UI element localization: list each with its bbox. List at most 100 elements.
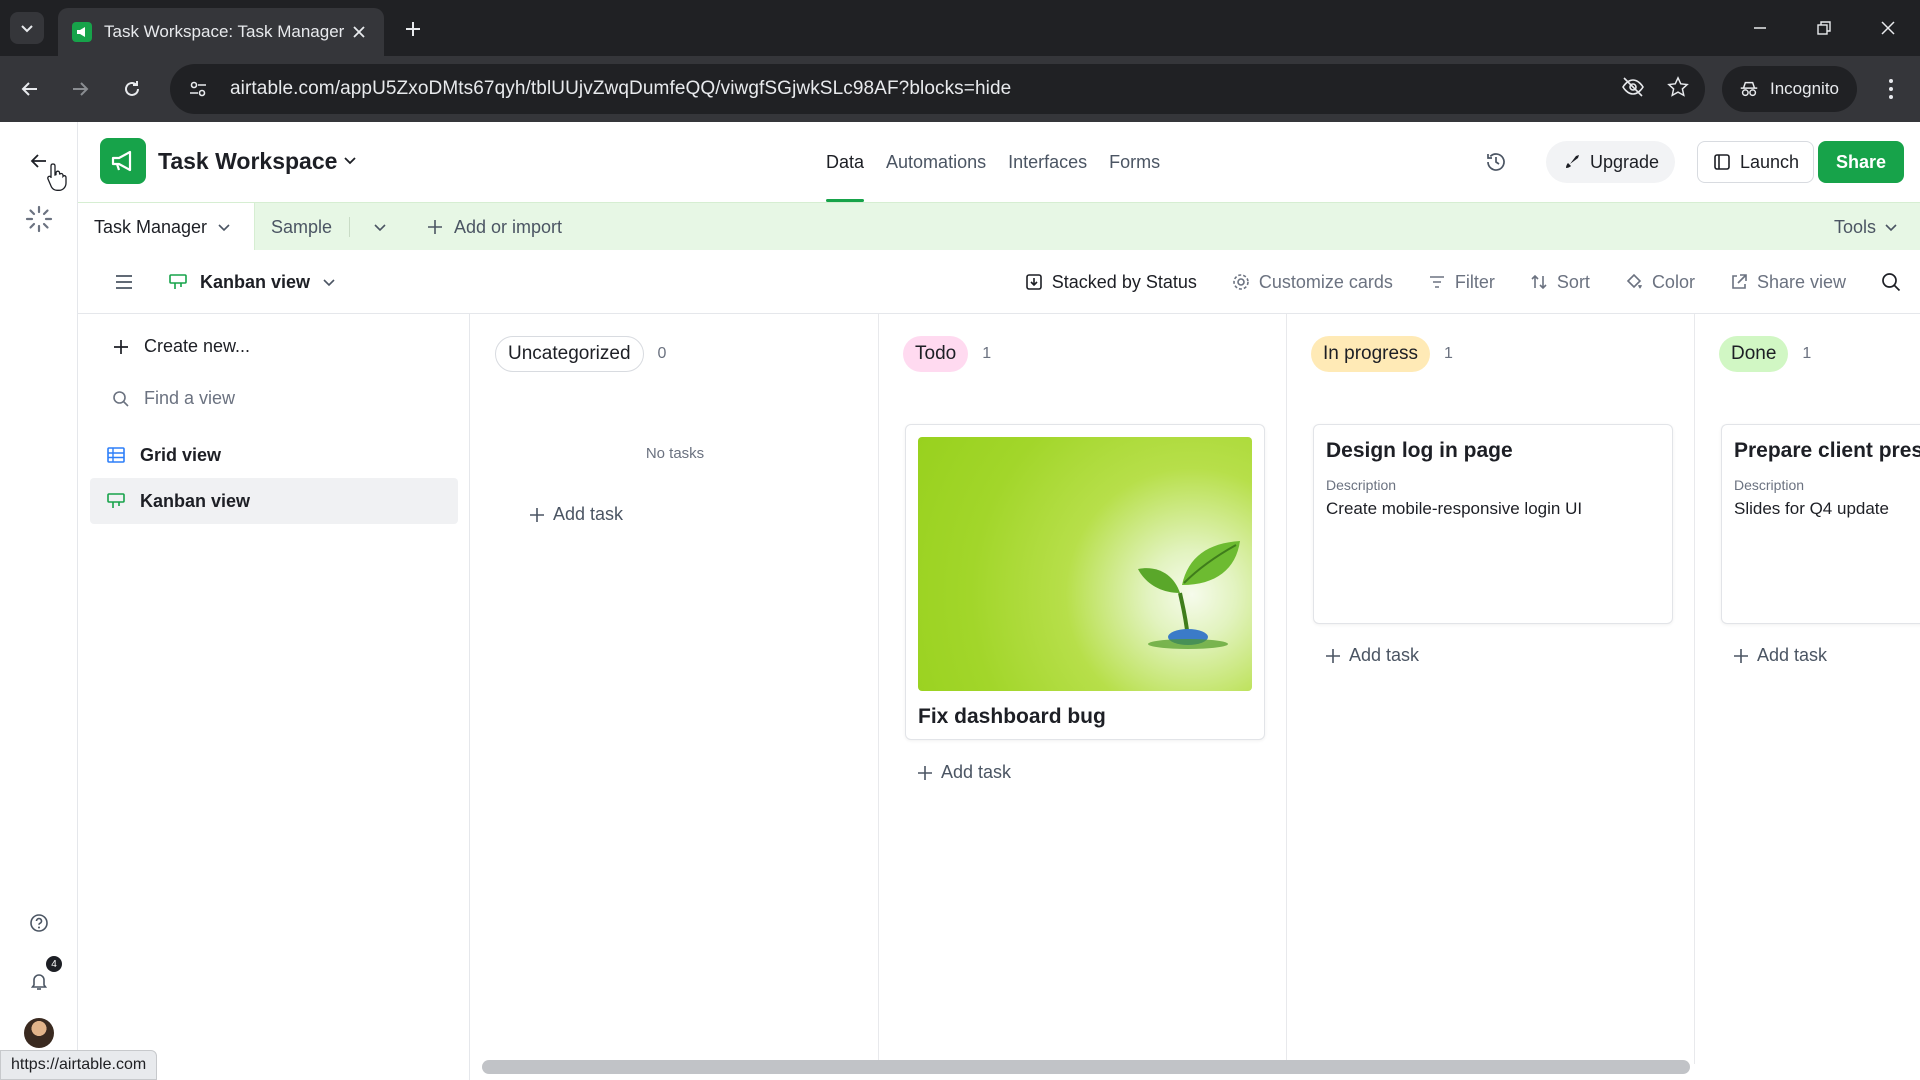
kanban-board: Uncategorized 0 No tasks Add task Todo 1: [471, 314, 1920, 1080]
column-title-pill[interactable]: In progress: [1311, 336, 1431, 372]
browser-tab[interactable]: Task Workspace: Task Manager: [58, 8, 384, 56]
tab-search-button[interactable]: [10, 12, 44, 44]
incognito-icon: [1740, 81, 1758, 97]
add-task-button[interactable]: Add task: [529, 504, 623, 525]
column-title-pill[interactable]: Done: [1719, 336, 1789, 372]
add-task-label: Add task: [553, 504, 624, 524]
tab-data[interactable]: Data: [826, 122, 865, 202]
external-share-icon: [1732, 274, 1747, 289]
minimize-icon[interactable]: [1736, 10, 1784, 46]
find-view-input[interactable]: Find a view: [112, 388, 235, 409]
chevron-down-icon: [1885, 224, 1897, 232]
task-card[interactable]: Prepare client pres Description Slides f…: [1721, 424, 1920, 624]
incognito-indicator[interactable]: Incognito: [1722, 66, 1857, 112]
toggle-sidebar-icon[interactable]: [112, 270, 136, 294]
views-sidebar: Create new... Find a view Grid view Kanb…: [78, 314, 470, 1080]
close-tab-icon[interactable]: [348, 21, 370, 43]
view-item-label: Grid view: [140, 444, 222, 465]
column-title-pill[interactable]: Todo: [903, 336, 969, 372]
close-window-icon[interactable]: [1864, 10, 1912, 46]
filter-icon: [1429, 276, 1444, 288]
share-button[interactable]: Share: [1818, 141, 1905, 183]
task-card[interactable]: Design log in page Description Create mo…: [1313, 424, 1673, 624]
stack-icon: [1025, 274, 1042, 290]
new-tab-icon[interactable]: [398, 14, 428, 44]
plus-icon: [114, 339, 128, 354]
kanban-column-done: Done 1 Prepare client pres Description S…: [1695, 314, 1920, 1064]
create-new-view-button[interactable]: Create new...: [112, 336, 250, 357]
app-left-rail: 4: [0, 122, 78, 1080]
add-or-import-button[interactable]: Add or import: [426, 203, 562, 251]
view-switcher[interactable]: Kanban view: [168, 250, 336, 314]
chevron-down-icon[interactable]: [342, 152, 358, 173]
add-task-button[interactable]: Add task: [1325, 645, 1419, 666]
horizontal-scrollbar[interactable]: [482, 1060, 1690, 1074]
tools-menu[interactable]: Tools: [1834, 203, 1898, 251]
plus-icon: [428, 220, 442, 234]
plus-icon: [1326, 648, 1340, 663]
tab-automations[interactable]: Automations: [886, 122, 986, 202]
back-icon[interactable]: [14, 73, 46, 105]
kanban-column-in-progress: In progress 1 Design log in page Descrip…: [1287, 314, 1695, 1064]
share-view-button[interactable]: Share view: [1729, 272, 1846, 293]
search-icon[interactable]: [1880, 271, 1902, 293]
add-task-label: Add task: [1349, 645, 1420, 665]
customize-cards-button[interactable]: Customize cards: [1231, 272, 1393, 293]
chevron-down-icon: [323, 279, 335, 287]
kanban-icon: [107, 493, 125, 508]
help-icon[interactable]: [24, 908, 54, 938]
main-tabs: Data Automations Interfaces Forms: [826, 122, 1160, 202]
card-field-label: Description: [1734, 477, 1805, 493]
table-tab-sample[interactable]: Sample: [271, 203, 332, 251]
add-task-button[interactable]: Add task: [917, 762, 1011, 783]
paint-bucket-icon: [1626, 273, 1642, 289]
column-title-pill[interactable]: Uncategorized: [495, 336, 644, 372]
launch-button[interactable]: Launch: [1697, 141, 1815, 183]
notifications-bell-icon[interactable]: 4: [24, 956, 62, 996]
browser-menu-icon[interactable]: [1876, 74, 1906, 104]
empty-column-text: No tasks: [645, 445, 705, 462]
column-count: 1: [982, 345, 992, 362]
add-task-label: Add task: [1757, 645, 1828, 665]
filter-button[interactable]: Filter: [1427, 272, 1495, 293]
filter-label: Filter: [1454, 271, 1495, 292]
kanban-column-uncategorized: Uncategorized 0 No tasks Add task: [471, 314, 879, 1064]
tab-forms[interactable]: Forms: [1109, 122, 1160, 202]
restore-icon[interactable]: [1800, 10, 1848, 46]
plus-icon: [530, 507, 544, 522]
bookmark-star-icon[interactable]: [1667, 75, 1689, 103]
base-name[interactable]: Task Workspace: [158, 148, 337, 175]
forward-icon[interactable]: [64, 73, 96, 105]
sort-button[interactable]: Sort: [1529, 272, 1590, 293]
tab-interfaces[interactable]: Interfaces: [1008, 122, 1087, 202]
revision-history-icon[interactable]: [1482, 148, 1510, 176]
task-card[interactable]: Fix dashboard bug: [905, 424, 1265, 740]
customize-cards-label: Customize cards: [1258, 271, 1393, 292]
view-item-grid[interactable]: Grid view: [90, 432, 458, 478]
column-count: 1: [1802, 345, 1812, 362]
eye-off-icon[interactable]: [1621, 75, 1645, 104]
reload-icon[interactable]: [116, 73, 148, 105]
user-avatar[interactable]: [24, 1018, 54, 1048]
card-title: Prepare client pres: [1734, 439, 1920, 462]
share-view-label: Share view: [1756, 271, 1846, 292]
add-task-button[interactable]: Add task: [1733, 645, 1827, 666]
table-tab-task-manager[interactable]: Task Manager: [78, 203, 255, 251]
browser-toolbar: airtable.com/appU5ZxoDMts67qyh/tblUUjvZw…: [0, 56, 1920, 122]
launch-icon: [1714, 154, 1730, 170]
base-logo-icon[interactable]: [100, 138, 146, 184]
search-icon: [113, 390, 129, 407]
upgrade-button[interactable]: Upgrade: [1546, 141, 1676, 183]
stacked-by-button[interactable]: Stacked by Status: [1024, 272, 1197, 293]
gear-icon: [1233, 274, 1249, 290]
all-tables-chevron-icon[interactable]: [368, 215, 392, 239]
address-bar[interactable]: airtable.com/appU5ZxoDMts67qyh/tblUUjvZw…: [170, 64, 1705, 114]
view-tools: Stacked by Status Customize cards Filter…: [1024, 250, 1902, 314]
card-title: Fix dashboard bug: [918, 705, 1106, 728]
plus-icon: [1734, 648, 1748, 663]
current-view-name: Kanban view: [200, 271, 311, 292]
site-info-icon[interactable]: [186, 77, 210, 101]
tools-label: Tools: [1833, 216, 1876, 237]
view-item-kanban[interactable]: Kanban view: [90, 478, 458, 524]
color-button[interactable]: Color: [1624, 272, 1695, 293]
